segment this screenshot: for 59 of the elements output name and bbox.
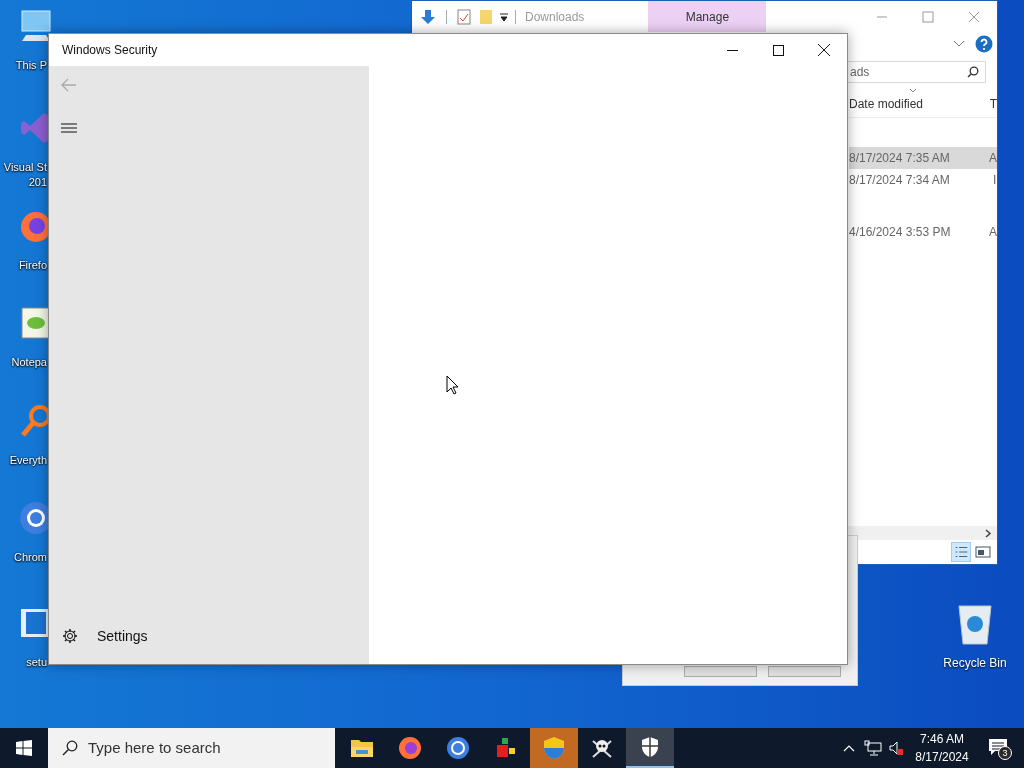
window-title: Downloads xyxy=(525,9,585,26)
help-icon[interactable] xyxy=(975,35,993,53)
icon-label[interactable]: Everyth xyxy=(9,453,47,468)
search-placeholder: Type here to search xyxy=(88,737,221,758)
icon-label[interactable]: This P xyxy=(15,58,47,73)
settings-icon xyxy=(62,628,78,644)
file-row[interactable]: 8/17/2024 7:35 AM A xyxy=(849,147,997,169)
icon-label[interactable]: 201 xyxy=(28,175,47,190)
folder-icon xyxy=(350,737,374,759)
icon-label[interactable]: Visual St xyxy=(3,160,47,175)
column-header[interactable]: Date modified xyxy=(849,95,990,113)
chevron-down-icon[interactable] xyxy=(953,40,965,48)
shield-icon xyxy=(542,736,566,760)
table-cell-text: I xyxy=(993,172,997,189)
settings-label: Settings xyxy=(97,626,148,646)
date-cell-text: 8/17/2024 7:34 AM xyxy=(849,172,951,189)
settings-item[interactable]: Settings xyxy=(49,616,369,656)
skull-icon xyxy=(590,737,614,759)
column-header[interactable]: T xyxy=(989,95,997,113)
maximize-icon xyxy=(772,44,784,56)
chrome-icon xyxy=(446,736,470,760)
clock-date: 8/17/2024 xyxy=(915,749,969,766)
details-view-icon[interactable] xyxy=(951,542,971,562)
taskbar-app[interactable] xyxy=(626,728,674,768)
icon-label[interactable]: Notepa xyxy=(11,355,47,370)
file-row[interactable]: 4/16/2024 3:53 PM A xyxy=(849,221,997,243)
down-arrow-icon[interactable] xyxy=(420,9,436,25)
table-cell-text: A xyxy=(989,150,997,167)
sort-icon[interactable] xyxy=(909,88,917,93)
close-icon xyxy=(818,44,830,56)
computer-icon xyxy=(18,8,54,44)
icon-label[interactable]: Recycle Bin xyxy=(943,654,1007,672)
blocks-icon xyxy=(494,736,518,760)
thumbnail-view-icon[interactable] xyxy=(975,545,991,559)
clock[interactable]: 7:46 AM 8/17/2024 xyxy=(912,730,972,766)
shield-icon xyxy=(640,736,660,758)
chevron-up-icon[interactable] xyxy=(843,744,855,752)
cursor-icon xyxy=(446,375,459,395)
search-icon xyxy=(62,740,78,756)
table-cell-text: A xyxy=(989,224,997,241)
scroll-right-icon[interactable] xyxy=(985,528,992,538)
window-title: Windows Security xyxy=(62,42,158,59)
menu-icon[interactable] xyxy=(61,122,77,134)
icon-label[interactable]: Firefo xyxy=(18,258,47,273)
date-cell-text: 4/16/2024 3:53 PM xyxy=(849,224,952,241)
notification-badge: 3 xyxy=(998,746,1012,760)
checklist-icon[interactable] xyxy=(457,9,471,25)
volume-muted-icon[interactable] xyxy=(888,740,904,756)
file-row[interactable]: 8/17/2024 7:34 AM I xyxy=(849,169,997,191)
dropdown-icon[interactable] xyxy=(499,12,509,22)
date-cell-text: 8/17/2024 7:35 AM xyxy=(849,150,951,167)
icon-label[interactable]: setu xyxy=(26,655,47,670)
network-icon[interactable] xyxy=(864,740,882,756)
firefox-icon xyxy=(398,736,422,760)
icon-label[interactable]: Chrom xyxy=(14,550,47,565)
search-field[interactable]: Type here to search xyxy=(48,728,335,768)
close-icon[interactable] xyxy=(968,11,980,23)
clock-time: 7:46 AM xyxy=(920,731,964,748)
windows-logo-icon xyxy=(16,740,32,756)
